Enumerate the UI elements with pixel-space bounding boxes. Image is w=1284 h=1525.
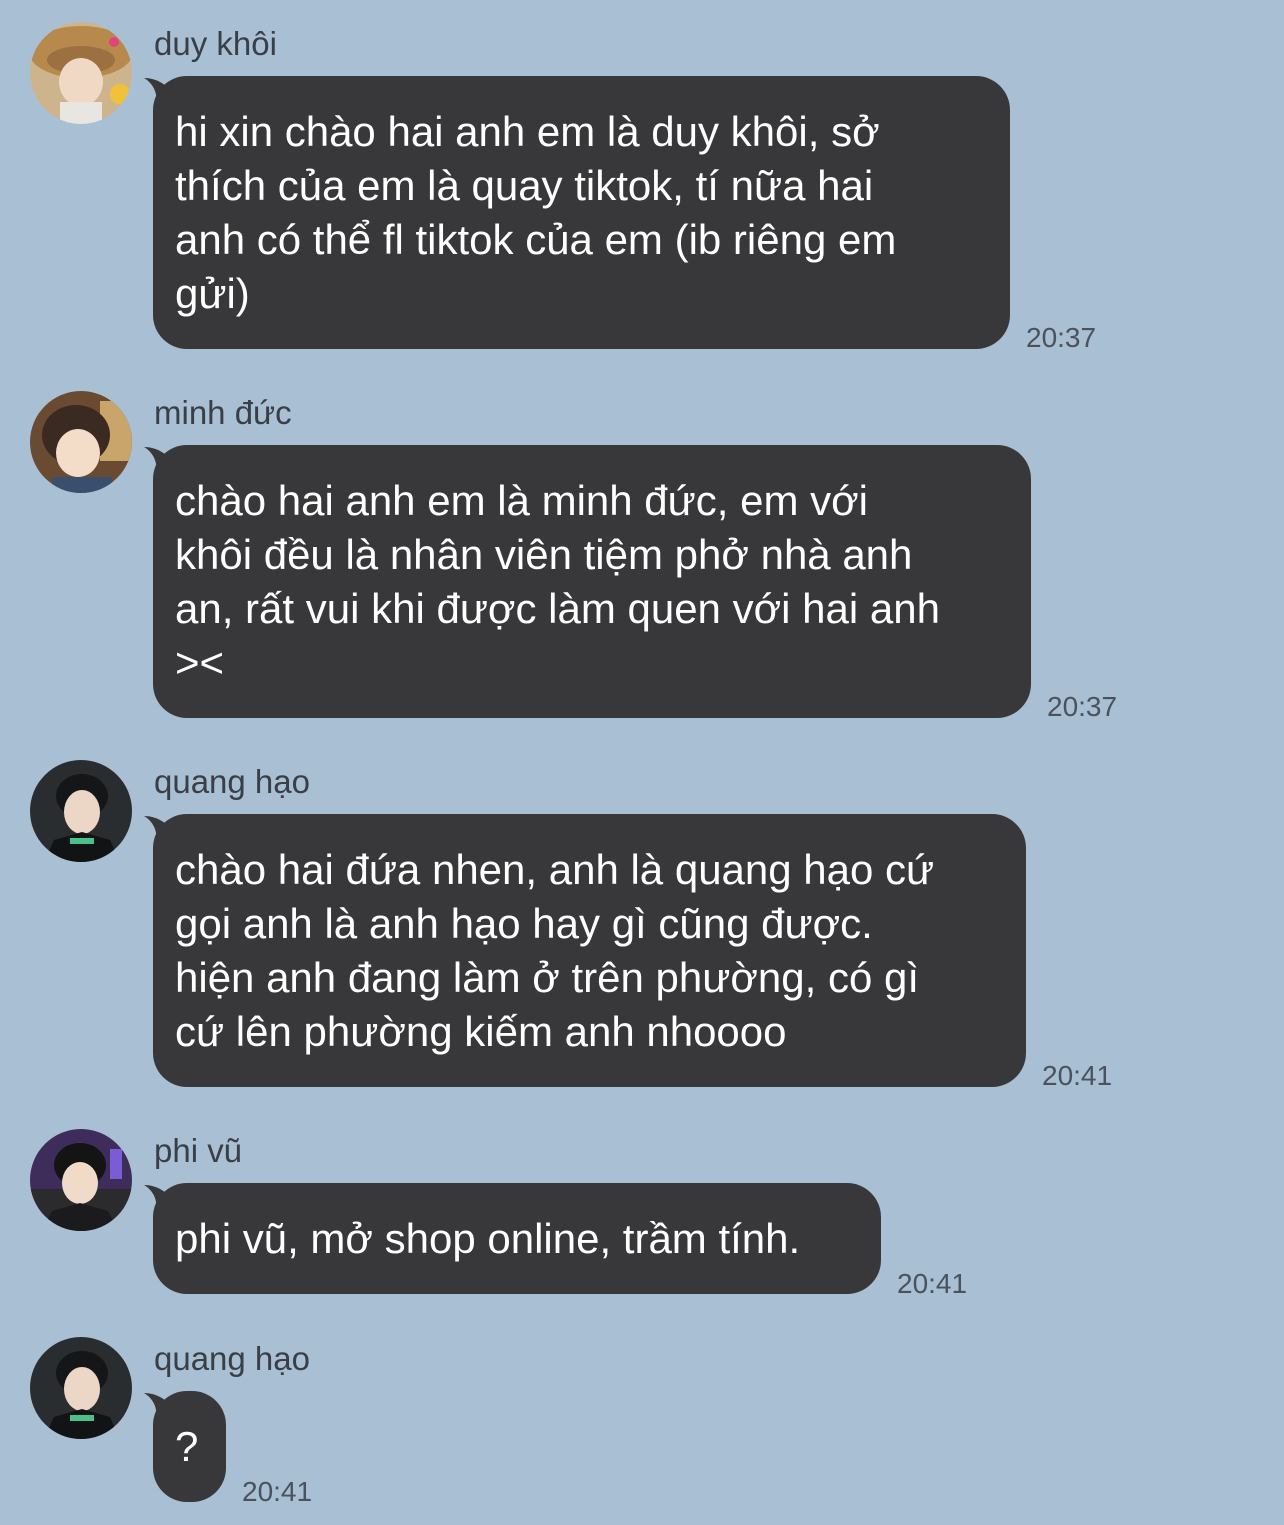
message-timestamp: 20:37 <box>1047 691 1118 722</box>
sender-name: quang hạo <box>154 763 310 800</box>
message-text-line: khôi đều là nhân viên tiệm phở nhà anh <box>175 531 913 578</box>
message-bubble[interactable]: hi xin chào hai anh em là duy khôi, sở t… <box>153 76 1010 349</box>
message-bubble[interactable]: ? <box>153 1391 226 1502</box>
message-timestamp: 20:41 <box>1042 1060 1113 1091</box>
message-text-line: >< <box>175 639 225 686</box>
message-text-line: gọi anh là anh hạo hay gì cũng được. <box>175 900 873 947</box>
message-bubble[interactable]: chào hai anh em là minh đức, em với khôi… <box>153 445 1031 718</box>
message-text-line: hi xin chào hai anh em là duy khôi, sở <box>175 108 880 155</box>
message-bubble[interactable]: chào hai đứa nhen, anh là quang hạo cứ g… <box>153 814 1026 1087</box>
user-avatar-brown-hair[interactable] <box>30 391 132 493</box>
user-avatar-dark-jacket[interactable] <box>30 1337 132 1439</box>
message-bubble[interactable]: phi vũ, mở shop online, trầm tính. <box>153 1183 881 1294</box>
sender-name: quang hạo <box>154 1340 310 1377</box>
user-avatar-dark-jacket[interactable] <box>30 760 132 862</box>
message-timestamp: 20:41 <box>242 1476 313 1507</box>
message-text-line: an, rất vui khi được làm quen với hai an… <box>175 585 940 632</box>
user-avatar-purple-bg[interactable] <box>30 1129 132 1231</box>
message-text-line: anh có thể fl tiktok của em (ib riêng em <box>175 216 897 263</box>
message-timestamp: 20:37 <box>1026 322 1097 353</box>
message-timestamp: 20:41 <box>897 1268 968 1299</box>
message-text-line: chào hai đứa nhen, anh là quang hạo cứ <box>175 846 935 893</box>
message-text-line: ? <box>175 1423 199 1470</box>
message-text-line: phi vũ, mở shop online, trầm tính. <box>175 1215 801 1262</box>
sender-name: phi vũ <box>154 1132 243 1169</box>
message-text-line: gửi) <box>175 270 250 317</box>
sender-name: minh đức <box>154 394 292 431</box>
sender-name: duy khôi <box>154 25 277 62</box>
message-text-line: cứ lên phường kiếm anh nhoooo <box>175 1008 787 1055</box>
message-text-line: chào hai anh em là minh đức, em với <box>175 477 868 524</box>
message-text-line: hiện anh đang làm ở trên phường, có gì <box>175 954 920 1001</box>
user-avatar-straw-hat[interactable] <box>30 22 132 124</box>
message-text-line: thích của em là quay tiktok, tí nữa hai <box>175 162 874 209</box>
